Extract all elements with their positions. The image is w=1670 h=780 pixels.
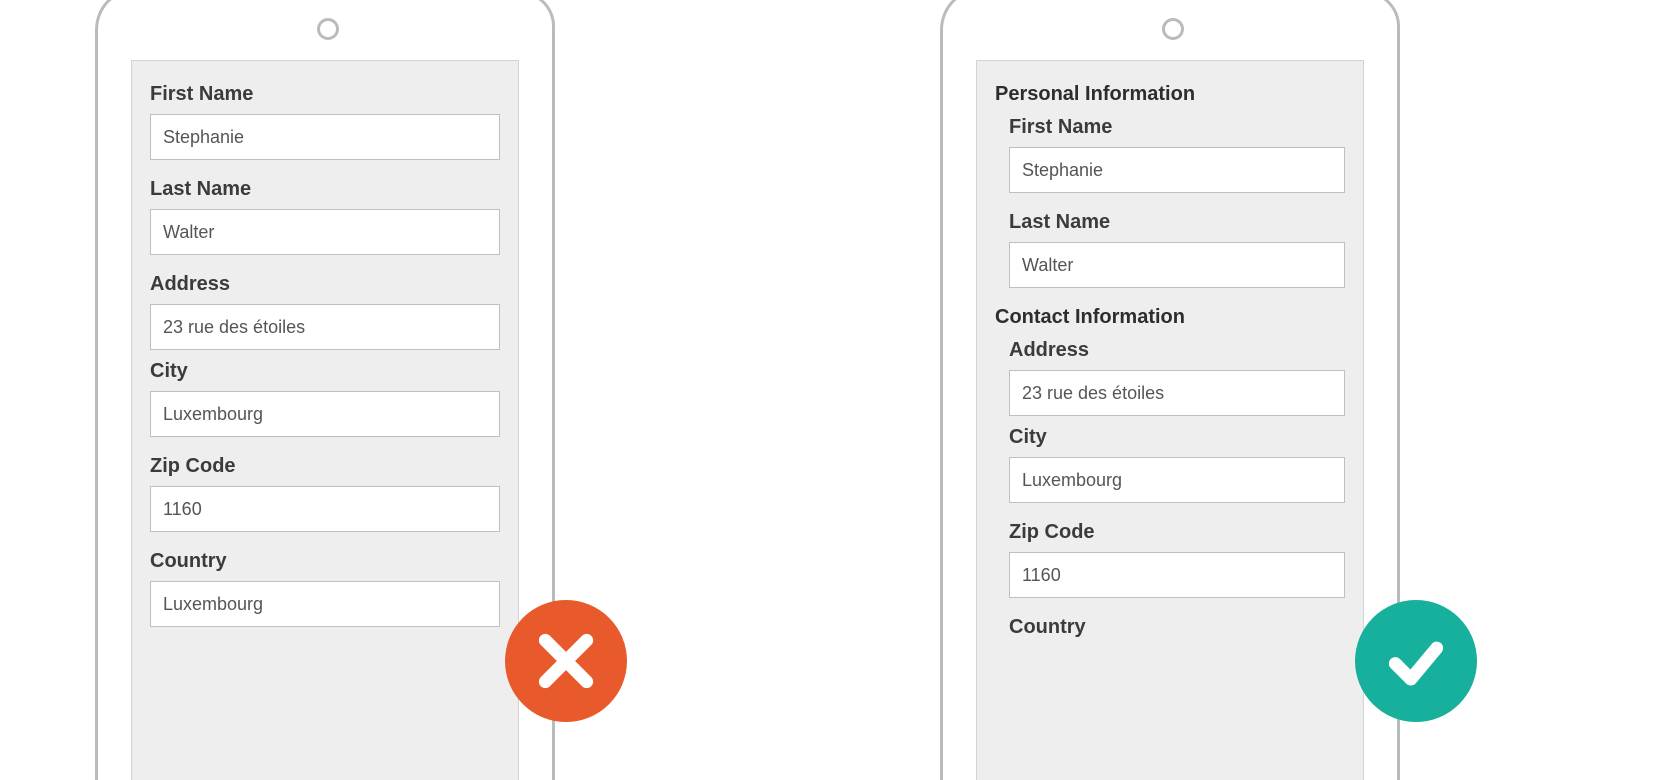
- field-city: City: [150, 360, 500, 437]
- city-label: City: [150, 360, 500, 383]
- phone-screen: First Name Last Name Address City Zip Co: [131, 60, 519, 780]
- address-label: Address: [1009, 339, 1345, 362]
- country-input[interactable]: [150, 581, 500, 627]
- field-address: Address: [1009, 339, 1345, 416]
- field-first-name: First Name: [150, 83, 500, 160]
- form-ungrouped: First Name Last Name Address City Zip Co: [132, 61, 518, 685]
- field-zip: Zip Code: [1009, 521, 1345, 598]
- section-title-personal: Personal Information: [995, 83, 1345, 106]
- comparison-diagram: First Name Last Name Address City Zip Co: [0, 0, 1670, 780]
- field-city: City: [1009, 426, 1345, 503]
- section-title-contact: Contact Information: [995, 306, 1345, 329]
- city-input[interactable]: [1009, 457, 1345, 503]
- phone-screen: Personal Information First Name Last Nam…: [976, 60, 1364, 780]
- cross-icon: [535, 630, 597, 692]
- city-input[interactable]: [150, 391, 500, 437]
- field-first-name: First Name: [1009, 116, 1345, 193]
- first-name-label: First Name: [1009, 116, 1345, 139]
- last-name-label: Last Name: [1009, 211, 1345, 234]
- status-badge-correct: [1355, 600, 1477, 722]
- phone-camera-icon: [317, 18, 339, 40]
- field-last-name: Last Name: [1009, 211, 1345, 288]
- last-name-input[interactable]: [150, 209, 500, 255]
- zip-label: Zip Code: [150, 455, 500, 478]
- check-icon: [1385, 630, 1447, 692]
- phone-mockup-good: Personal Information First Name Last Nam…: [940, 0, 1400, 780]
- zip-input[interactable]: [150, 486, 500, 532]
- last-name-input[interactable]: [1009, 242, 1345, 288]
- field-last-name: Last Name: [150, 178, 500, 255]
- status-badge-incorrect: [505, 600, 627, 722]
- first-name-input[interactable]: [1009, 147, 1345, 193]
- zip-label: Zip Code: [1009, 521, 1345, 544]
- field-zip: Zip Code: [150, 455, 500, 532]
- field-country: Country: [1009, 616, 1345, 639]
- zip-input[interactable]: [1009, 552, 1345, 598]
- address-input[interactable]: [150, 304, 500, 350]
- field-address: Address: [150, 273, 500, 350]
- address-input[interactable]: [1009, 370, 1345, 416]
- country-label: Country: [1009, 616, 1345, 639]
- first-name-label: First Name: [150, 83, 500, 106]
- country-label: Country: [150, 550, 500, 573]
- form-grouped: Personal Information First Name Last Nam…: [977, 61, 1363, 697]
- city-label: City: [1009, 426, 1345, 449]
- field-country: Country: [150, 550, 500, 627]
- first-name-input[interactable]: [150, 114, 500, 160]
- last-name-label: Last Name: [150, 178, 500, 201]
- address-label: Address: [150, 273, 500, 296]
- phone-mockup-bad: First Name Last Name Address City Zip Co: [95, 0, 555, 780]
- phone-camera-icon: [1162, 18, 1184, 40]
